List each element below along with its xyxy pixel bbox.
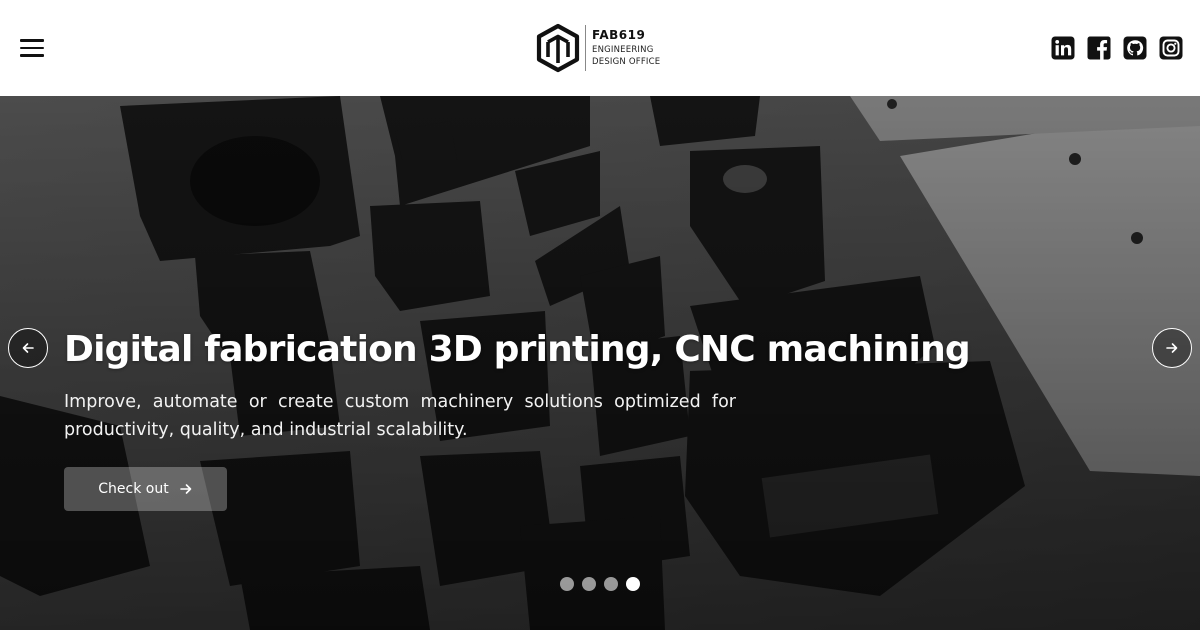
site-logo[interactable]: FAB619 ENGINEERING DESIGN OFFICE: [535, 22, 660, 74]
logo-subtitle-line-2: DESIGN OFFICE: [592, 56, 661, 67]
logo-text: FAB619 ENGINEERING DESIGN OFFICE: [592, 29, 660, 68]
hero-slider: Digital fabrication 3D printing, CNC mac…: [0, 96, 1200, 630]
slider-pagination: [560, 577, 640, 591]
logo-name: FAB619: [592, 27, 646, 42]
check-out-button[interactable]: Check out: [64, 467, 227, 511]
arrow-right-icon[interactable]: [1152, 328, 1192, 368]
slide-dot-3[interactable]: [604, 577, 618, 591]
social-links: [1051, 36, 1183, 60]
slide-dot-1[interactable]: [560, 577, 574, 591]
cube-logo-icon: [536, 23, 580, 73]
instagram-icon[interactable]: [1159, 36, 1183, 60]
hero-content: Digital fabrication 3D printing, CNC mac…: [64, 328, 971, 511]
linkedin-icon[interactable]: [1051, 36, 1075, 60]
logo-divider: [585, 25, 586, 71]
facebook-icon[interactable]: [1087, 36, 1111, 60]
hero-description: Improve, automate or create custom machi…: [64, 392, 736, 440]
arrow-left-icon[interactable]: [8, 328, 48, 368]
slide-dot-4[interactable]: [626, 577, 640, 591]
slide-dot-2[interactable]: [582, 577, 596, 591]
arrow-right-icon: [179, 484, 192, 494]
github-icon[interactable]: [1123, 36, 1147, 60]
check-out-label: Check out: [98, 481, 169, 497]
site-header: FAB619 ENGINEERING DESIGN OFFICE: [0, 0, 1200, 96]
hero-title: Digital fabrication 3D printing, CNC mac…: [64, 329, 971, 370]
hamburger-menu-icon[interactable]: [18, 36, 46, 60]
logo-subtitle-line-1: ENGINEERING: [592, 44, 654, 55]
